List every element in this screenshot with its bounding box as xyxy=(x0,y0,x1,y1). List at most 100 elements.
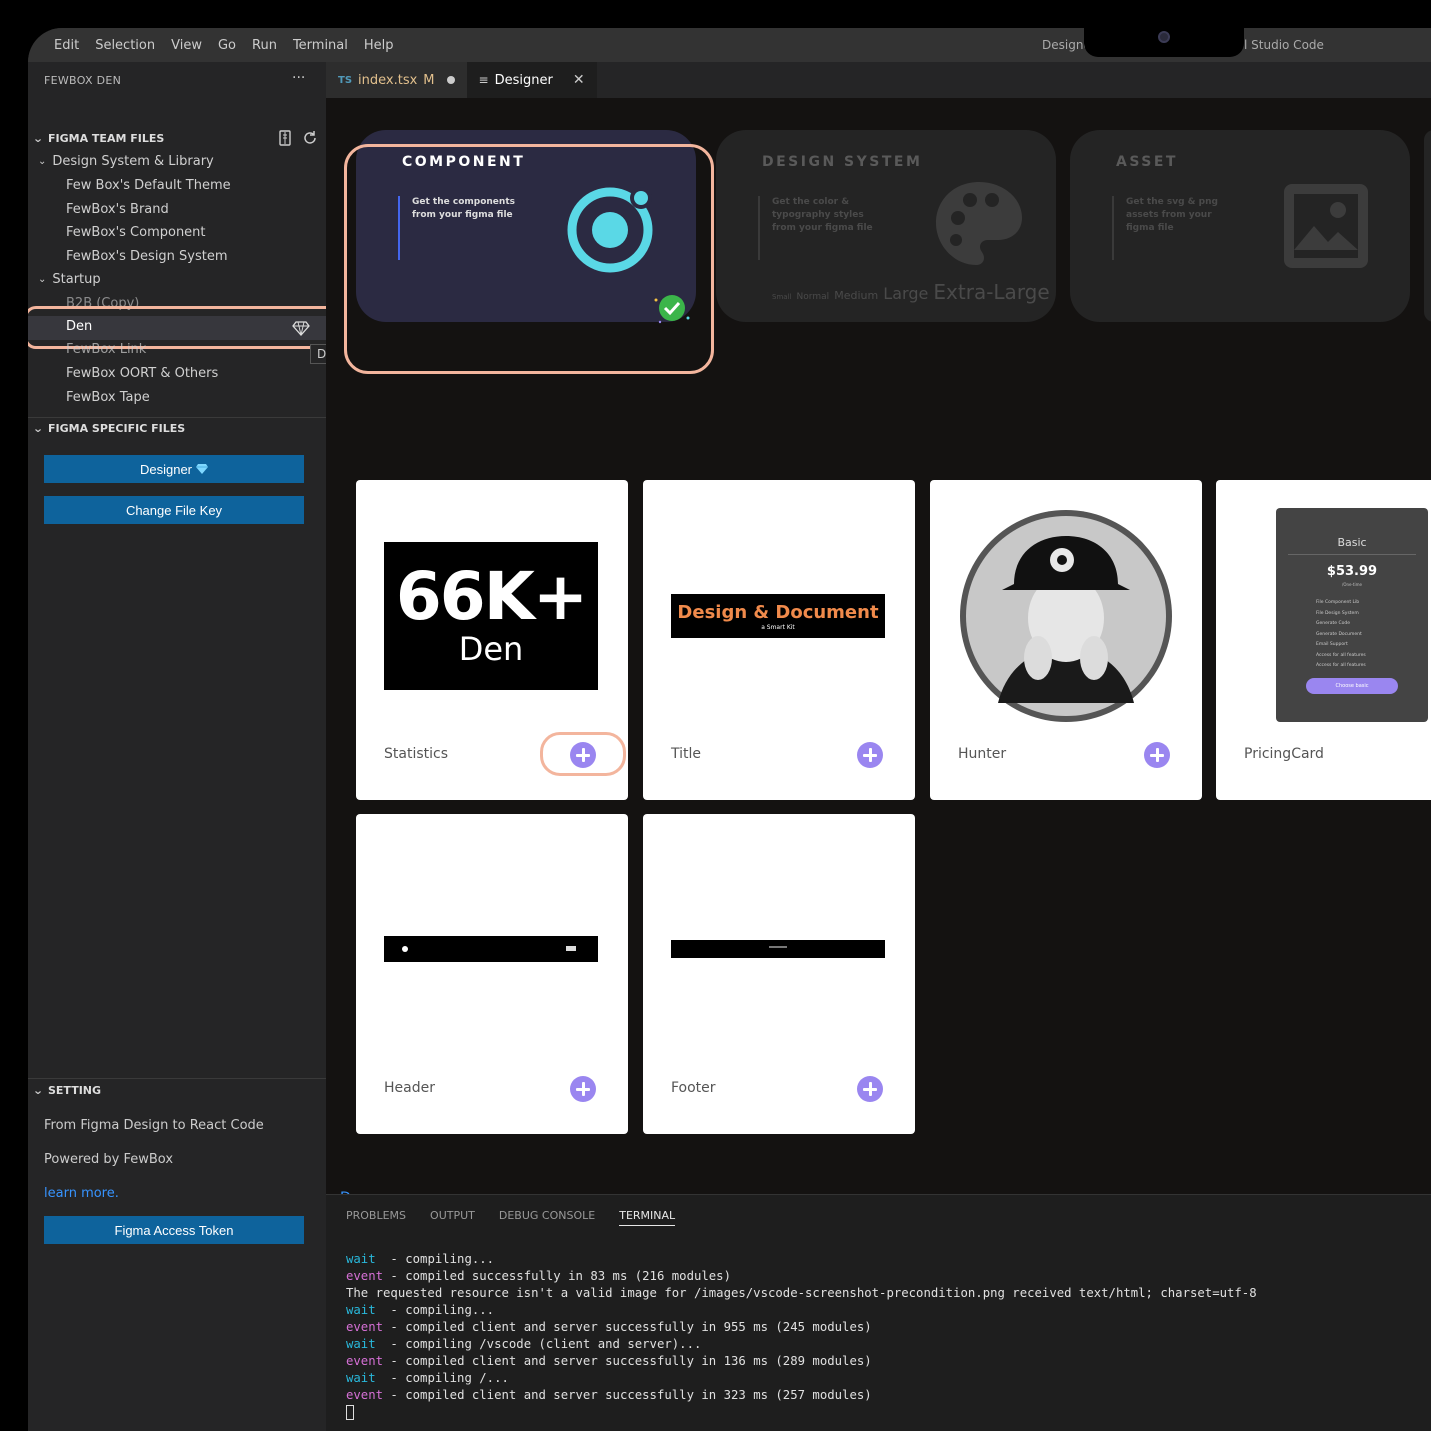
editor-tab-bar: TS index.tsx M ≡ Designer ✕ xyxy=(326,62,1431,98)
menu-help[interactable]: Help xyxy=(364,38,394,53)
feature-item: Email Support xyxy=(1316,642,1348,647)
tree-item-component[interactable]: FewBox's Component xyxy=(66,225,206,240)
tab-problems[interactable]: PROBLEMS xyxy=(346,1209,406,1226)
designer-view: COMPONENT Get the components from your f… xyxy=(326,98,1431,1206)
statistics-preview: 66K+ Den xyxy=(384,542,598,690)
menu-icon xyxy=(566,946,576,951)
menu-view[interactable]: View xyxy=(171,38,202,53)
mode-description: Get the color & typography styles from y… xyxy=(772,197,873,233)
tree-item-design-system[interactable]: FewBox's Design System xyxy=(66,249,228,264)
designer-button[interactable]: Designer xyxy=(44,455,304,483)
title-preview: Design & Document a Smart Kit xyxy=(671,594,885,638)
log-text: The requested resource isn't a valid ima… xyxy=(346,1286,1257,1300)
menu-terminal[interactable]: Terminal xyxy=(293,38,348,53)
section-label: FIGMA SPECIFIC FILES xyxy=(48,422,186,435)
mode-card-asset[interactable]: ASSET Get the svg & png assets from your… xyxy=(1070,130,1410,322)
tree-item-default-theme[interactable]: Few Box's Default Theme xyxy=(66,178,231,193)
size-normal: Normal xyxy=(796,292,830,302)
typescript-icon: TS xyxy=(338,74,353,86)
mode-description: Get the svg & png assets from your figma… xyxy=(1126,197,1218,233)
folder-design-system[interactable]: ⌄ Design System & Library xyxy=(38,154,214,169)
mode-card-partial xyxy=(1424,130,1431,322)
log-level: wait xyxy=(346,1337,376,1351)
menu-run[interactable]: Run xyxy=(252,38,277,53)
log-level: wait xyxy=(346,1303,376,1317)
diamond-icon xyxy=(196,464,209,474)
modified-badge: M xyxy=(423,72,435,88)
chevron-down-icon: ⌄ xyxy=(32,422,44,435)
unsaved-dot-icon[interactable] xyxy=(446,76,455,84)
setting-description: From Figma Design to React Code xyxy=(44,1118,264,1133)
log-text: - compiled successfully in 83 ms (216 mo… xyxy=(383,1269,731,1283)
tree-item-tape[interactable]: FewBox Tape xyxy=(66,390,150,405)
learn-more-link[interactable]: learn more. xyxy=(44,1186,119,1201)
terminal-line: event - compiled client and server succe… xyxy=(346,1353,1257,1370)
component-card-pricingcard[interactable]: Basic $53.99 /One-time File Component Li… xyxy=(1216,480,1431,800)
terminal-output[interactable]: wait - compiling... event - compiled succ… xyxy=(346,1251,1257,1421)
camera-icon xyxy=(1158,31,1170,43)
menu-selection[interactable]: Selection xyxy=(95,38,155,53)
add-icon[interactable] xyxy=(857,1076,883,1102)
tree-item-oort[interactable]: FewBox OORT & Others xyxy=(66,366,218,381)
terminal-line: event - compiled successfully in 83 ms (… xyxy=(346,1268,1257,1285)
mode-title: DESIGN SYSTEM xyxy=(762,154,923,170)
pricing-features: File Component Lib File Design System Ge… xyxy=(1316,598,1366,672)
sidebar-header: FEWBOX DEN xyxy=(44,74,122,87)
window-title-right: l Studio Code xyxy=(1244,38,1324,52)
section-setting[interactable]: ⌄ SETTING xyxy=(32,1084,101,1097)
close-icon[interactable]: ✕ xyxy=(573,72,585,88)
log-level: wait xyxy=(346,1252,376,1266)
component-name: Hunter xyxy=(958,746,1007,762)
section-label: FIGMA TEAM FILES xyxy=(48,132,165,145)
refresh-icon[interactable] xyxy=(302,130,318,146)
feature-item: Access for all features xyxy=(1316,663,1366,668)
add-icon[interactable] xyxy=(570,1076,596,1102)
folder-label: Startup xyxy=(52,272,101,287)
menu-go[interactable]: Go xyxy=(218,38,236,53)
section-figma-specific-files[interactable]: ⌄ FIGMA SPECIFIC FILES xyxy=(32,422,185,435)
divider xyxy=(28,1078,326,1079)
palette-icon xyxy=(936,182,1022,265)
size-large: Large xyxy=(883,284,929,303)
logo-icon xyxy=(402,946,408,952)
component-name: Header xyxy=(384,1080,435,1096)
component-card-statistics[interactable]: 66K+ Den Statistics xyxy=(356,480,628,800)
mode-card-design-system[interactable]: DESIGN SYSTEM Get the color & typography… xyxy=(716,130,1056,322)
add-icon[interactable] xyxy=(857,742,883,768)
size-small: Small xyxy=(772,293,792,301)
log-text: - compiled client and server successfull… xyxy=(383,1320,872,1334)
tab-debug-console[interactable]: DEBUG CONSOLE xyxy=(499,1209,595,1226)
tree-item-fewbox-link[interactable]: FewBox Link xyxy=(66,342,146,357)
component-name: Footer xyxy=(671,1080,716,1096)
log-text: - compiling /... xyxy=(375,1371,509,1385)
component-card-title[interactable]: Design & Document a Smart Kit Title xyxy=(643,480,915,800)
log-text: - compiled client and server successfull… xyxy=(383,1388,872,1402)
component-card-header[interactable]: Header xyxy=(356,814,628,1134)
tab-index-tsx[interactable]: TS index.tsx M xyxy=(326,62,467,98)
log-level: wait xyxy=(346,1371,376,1385)
feature-item: Generate Code xyxy=(1316,621,1350,626)
accent-bar xyxy=(758,196,760,260)
vscode-window: Edit Selection View Go Run Terminal Help… xyxy=(28,28,1431,1431)
section-label: SETTING xyxy=(48,1084,102,1097)
log-level: event xyxy=(346,1354,384,1368)
menu-edit[interactable]: Edit xyxy=(54,38,79,53)
tree-item-brand[interactable]: FewBox's Brand xyxy=(66,202,169,217)
more-actions-icon[interactable]: ··· xyxy=(292,70,305,86)
tab-terminal[interactable]: TERMINAL xyxy=(619,1209,676,1226)
component-card-footer[interactable]: Footer xyxy=(643,814,915,1134)
tab-designer[interactable]: ≡ Designer ✕ xyxy=(466,62,597,98)
terminal-line: wait - compiling /vscode (client and ser… xyxy=(346,1336,1257,1353)
component-card-hunter[interactable]: Hunter xyxy=(930,480,1202,800)
log-text: - compiling... xyxy=(375,1303,495,1317)
panel-tabs: PROBLEMS OUTPUT DEBUG CONSOLE TERMINAL xyxy=(346,1209,676,1226)
section-figma-team-files[interactable]: ⌄ FIGMA TEAM FILES xyxy=(32,132,164,145)
tab-label: index.tsx xyxy=(358,72,418,88)
change-file-key-button[interactable]: Change File Key xyxy=(44,496,304,524)
add-icon[interactable] xyxy=(1144,742,1170,768)
folder-startup[interactable]: ⌄ Startup xyxy=(38,272,101,287)
tab-output[interactable]: OUTPUT xyxy=(430,1209,475,1226)
terminal-line: wait - compiling... xyxy=(346,1302,1257,1319)
figma-access-token-button[interactable]: Figma Access Token xyxy=(44,1216,304,1244)
figma-file-icon[interactable] xyxy=(278,130,294,146)
